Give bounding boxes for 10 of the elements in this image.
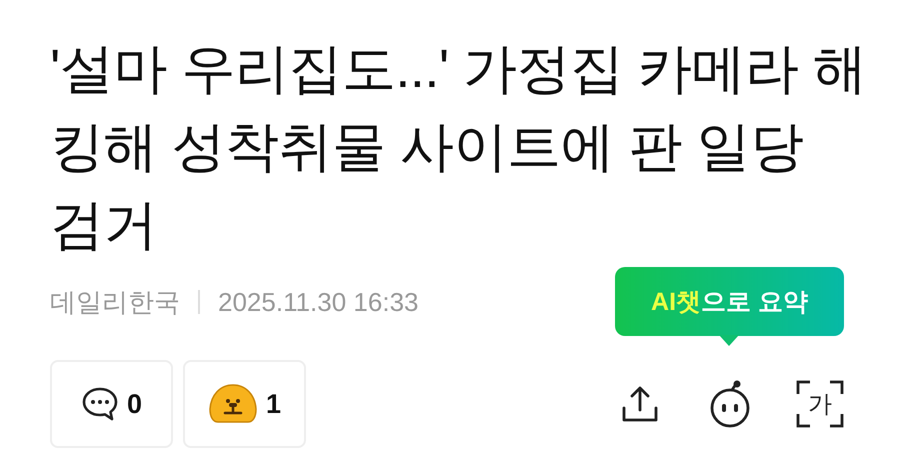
puppy-icon — [208, 383, 258, 425]
translate-button[interactable]: 가 — [796, 380, 844, 428]
reaction-button[interactable]: 1 — [183, 360, 306, 448]
news-source: 데일리한국 — [50, 286, 180, 318]
publish-datetime: 2025.11.30 16:33 — [218, 286, 418, 318]
comment-icon — [80, 386, 119, 422]
share-icon — [620, 384, 660, 424]
article-title: '설마 우리집도...' 가정집 카메라 해킹해 성착취물 사이트에 판 일당 검거 — [50, 38, 868, 257]
tooltip-pointer — [719, 334, 740, 346]
comment-button[interactable]: 0 — [50, 360, 173, 448]
